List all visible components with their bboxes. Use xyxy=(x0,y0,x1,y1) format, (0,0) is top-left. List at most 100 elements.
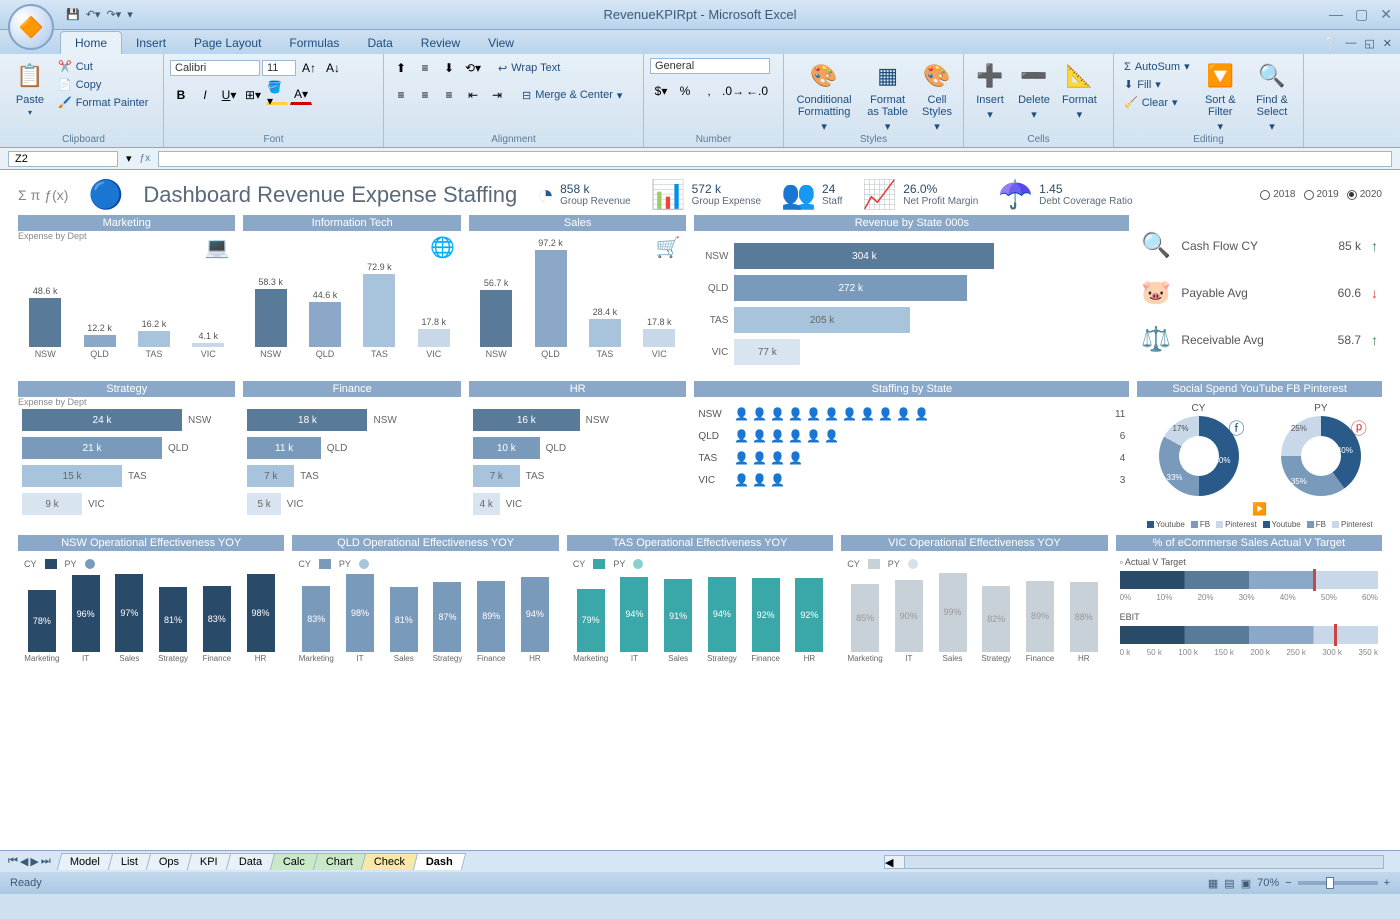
sheet-calc[interactable]: Calc xyxy=(270,853,319,870)
align-middle-icon[interactable]: ≡ xyxy=(414,58,436,78)
status-bar: Ready ▦ ▤ ▣ 70% − + xyxy=(0,872,1400,894)
help-icon[interactable]: ❔ xyxy=(1324,37,1338,50)
marketing-header: Marketing xyxy=(18,215,235,231)
sheet-data[interactable]: Data xyxy=(225,853,275,870)
font-color-button[interactable]: A▾ xyxy=(290,85,312,105)
align-right-icon[interactable]: ≡ xyxy=(438,85,460,105)
fill-button[interactable]: ⬇Fill▾ xyxy=(1120,76,1194,93)
year-2019-radio[interactable]: 2019 xyxy=(1304,189,1339,200)
kpi-debt-label: Debt Coverage Ratio xyxy=(1039,196,1132,207)
font-size-select[interactable] xyxy=(262,60,296,76)
wrap-text-button[interactable]: ↩Wrap Text xyxy=(494,60,564,77)
formula-bar: ▾ ƒx xyxy=(0,148,1400,170)
find-select-button[interactable]: 🔍Find & Select▾ xyxy=(1247,58,1297,135)
tab-data[interactable]: Data xyxy=(353,32,406,54)
number-format-select[interactable] xyxy=(650,58,770,74)
border-button[interactable]: ⊞▾ xyxy=(242,85,264,105)
close-doc-icon[interactable]: ✕ xyxy=(1383,37,1392,50)
dec-dec-icon[interactable]: ←.0 xyxy=(746,81,768,101)
year-2020-radio[interactable]: 2020 xyxy=(1347,189,1382,200)
zoom-slider[interactable] xyxy=(1298,881,1378,885)
sheet-ops[interactable]: Ops xyxy=(146,853,193,870)
tab-review[interactable]: Review xyxy=(407,32,474,54)
font-name-select[interactable] xyxy=(170,60,260,76)
merge-center-button[interactable]: ⊟Merge & Center▾ xyxy=(518,87,626,104)
qat-more-icon[interactable]: ▾ xyxy=(127,8,133,21)
hr-header: HR xyxy=(469,381,686,397)
shrink-font-icon[interactable]: A↓ xyxy=(322,58,344,78)
sheet-tabs: ⏮ ◀ ▶ ⏭ Model List Ops KPI Data Calc Cha… xyxy=(0,850,1400,872)
tab-formulas[interactable]: Formulas xyxy=(275,32,353,54)
kpi-margin-label: Net Profit Margin xyxy=(903,196,978,207)
align-center-icon[interactable]: ≡ xyxy=(414,85,436,105)
delete-cells-button[interactable]: ➖Delete▾ xyxy=(1014,58,1054,123)
sheet-dash[interactable]: Dash xyxy=(413,853,466,870)
sheet-model[interactable]: Model xyxy=(56,853,113,870)
paste-button[interactable]: 📋Paste▾ xyxy=(10,58,50,119)
year-2018-radio[interactable]: 2018 xyxy=(1260,189,1295,200)
zoom-in-icon[interactable]: + xyxy=(1384,877,1390,889)
sheet-kpi[interactable]: KPI xyxy=(187,853,231,870)
indent-inc-icon[interactable]: ⇥ xyxy=(486,85,508,105)
orientation-icon[interactable]: ⟲▾ xyxy=(462,58,484,78)
tab-view[interactable]: View xyxy=(474,32,528,54)
op-tas-chart: 79%Marketing94%IT91%Sales94%Strategy92%F… xyxy=(567,577,833,667)
tab-home[interactable]: Home xyxy=(60,31,122,54)
dec-inc-icon[interactable]: .0→ xyxy=(722,81,744,101)
fx-icon[interactable]: ƒx xyxy=(140,153,151,164)
restore-icon[interactable]: ◱ xyxy=(1364,37,1374,50)
clear-button[interactable]: 🧹Clear▾ xyxy=(1120,94,1194,111)
profit-icon: 📈 xyxy=(862,178,897,211)
copy-button[interactable]: 📄Copy xyxy=(54,76,152,93)
save-icon[interactable]: 💾 xyxy=(66,8,80,21)
name-box[interactable] xyxy=(8,151,118,167)
formula-input[interactable] xyxy=(158,151,1392,167)
format-cells-button[interactable]: 📐Format▾ xyxy=(1058,58,1101,123)
format-table-button[interactable]: ▦Format as Table▾ xyxy=(862,58,913,135)
underline-button[interactable]: U▾ xyxy=(218,85,240,105)
ebit-axis: 0 k50 k100 k150 k200 k250 k300 k350 k xyxy=(1120,648,1378,657)
tab-page-layout[interactable]: Page Layout xyxy=(180,32,275,54)
sheet-check[interactable]: Check xyxy=(361,853,419,870)
format-painter-button[interactable]: 🖌️Format Painter xyxy=(54,94,152,111)
comma-icon[interactable]: , xyxy=(698,81,720,101)
cut-button[interactable]: ✂️Cut xyxy=(54,58,152,75)
redo-icon[interactable]: ↷▾ xyxy=(106,8,121,21)
horizontal-scrollbar[interactable]: ◀ xyxy=(884,855,1384,869)
view-normal-icon[interactable]: ▦ xyxy=(1208,877,1218,890)
indent-dec-icon[interactable]: ⇤ xyxy=(462,85,484,105)
undo-icon[interactable]: ↶▾ xyxy=(86,8,101,21)
bold-button[interactable]: B xyxy=(170,85,192,105)
autosum-button[interactable]: ΣAutoSum▾ xyxy=(1120,58,1194,75)
sheet-list[interactable]: List xyxy=(107,853,151,870)
tab-prev-icon[interactable]: ◀ xyxy=(20,855,28,868)
tab-last-icon[interactable]: ⏭ xyxy=(41,855,51,868)
maximize-icon[interactable]: ▢ xyxy=(1355,6,1368,23)
align-top-icon[interactable]: ⬆ xyxy=(390,58,412,78)
kpi-debt-value: 1.45 xyxy=(1039,182,1132,196)
insert-cells-button[interactable]: ➕Insert▾ xyxy=(970,58,1010,123)
conditional-format-button[interactable]: 🎨Conditional Formatting▾ xyxy=(790,58,858,135)
sort-filter-button[interactable]: 🔽Sort & Filter▾ xyxy=(1198,58,1243,135)
fill-color-button[interactable]: 🪣▾ xyxy=(266,85,288,105)
italic-button[interactable]: I xyxy=(194,85,216,105)
font-group-label: Font xyxy=(164,134,383,145)
cell-styles-button[interactable]: 🎨Cell Styles▾ xyxy=(917,58,957,135)
currency-icon[interactable]: $▾ xyxy=(650,81,672,101)
align-bottom-icon[interactable]: ⬇ xyxy=(438,58,460,78)
minimize-icon[interactable]: — xyxy=(1329,6,1343,23)
view-layout-icon[interactable]: ▤ xyxy=(1224,877,1234,890)
tab-first-icon[interactable]: ⏮ xyxy=(8,855,18,868)
align-left-icon[interactable]: ≡ xyxy=(390,85,412,105)
grow-font-icon[interactable]: A↑ xyxy=(298,58,320,78)
close-icon[interactable]: ✕ xyxy=(1380,6,1392,23)
view-break-icon[interactable]: ▣ xyxy=(1241,877,1251,890)
tab-insert[interactable]: Insert xyxy=(122,32,180,54)
op-qld-header: QLD Operational Effectiveness YOY xyxy=(292,535,558,551)
tab-next-icon[interactable]: ▶ xyxy=(30,855,38,868)
zoom-out-icon[interactable]: − xyxy=(1285,877,1291,889)
percent-icon[interactable]: % xyxy=(674,81,696,101)
min-ribbon-icon[interactable]: — xyxy=(1345,37,1356,50)
sheet-chart[interactable]: Chart xyxy=(313,853,366,870)
office-button[interactable]: 🔶 xyxy=(8,4,54,50)
